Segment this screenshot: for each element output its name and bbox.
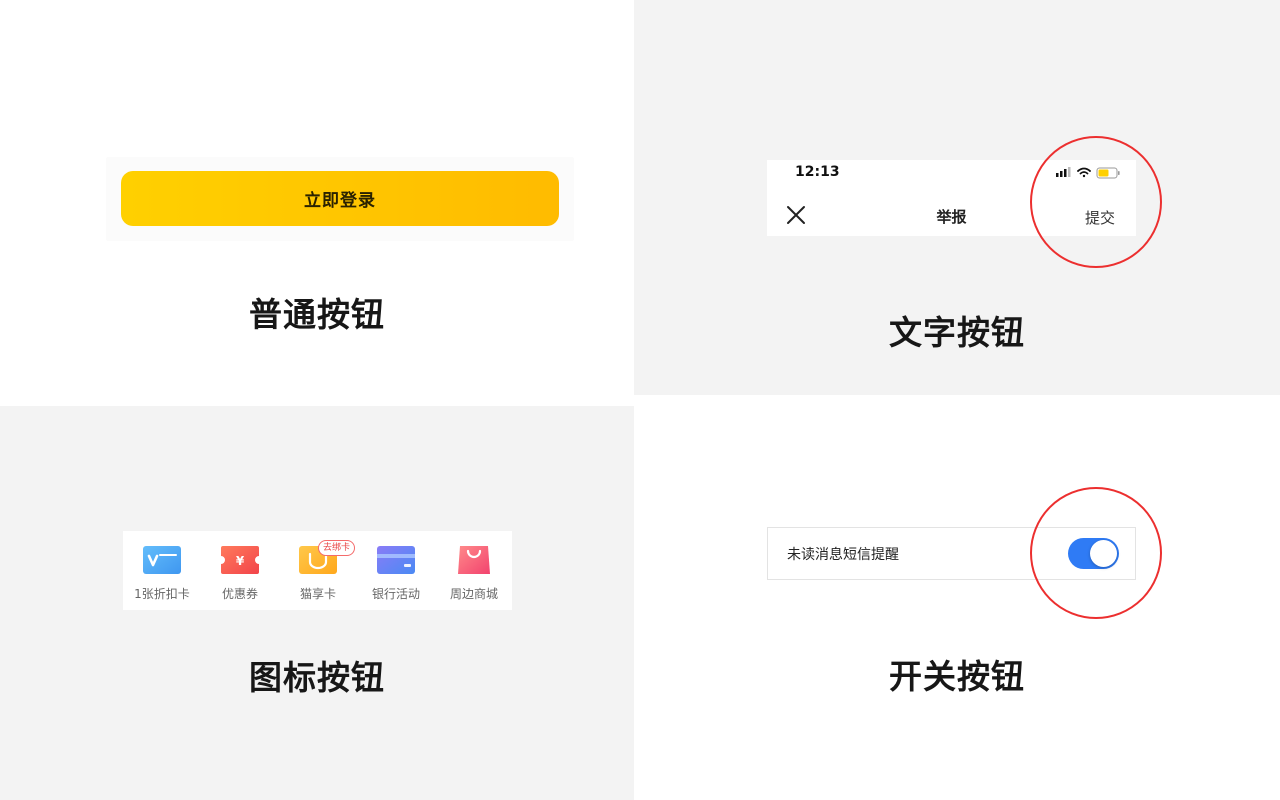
icon-label: 周边商城 [449,587,498,601]
icon-label: 1张折扣卡 [134,587,190,601]
bank-activity-button[interactable]: 银行活动 [357,531,435,610]
bank-card-icon [377,546,415,574]
icon-label: 优惠券 [221,587,258,601]
highlight-circle [1030,136,1162,268]
shopping-bag-icon [458,546,490,574]
text-button-panel: 12:13 举报 提交 文字按钮 [634,0,1280,395]
normal-button-caption: 普通按钮 [249,295,385,334]
icon-label: 猫享卡 [299,587,336,601]
coupon-button[interactable]: ¥ 优惠券 [201,531,279,610]
status-time: 12:13 [795,164,840,180]
switch-button-panel: 未读消息短信提醒 开关按钮 [634,395,1280,800]
bind-card-badge: 去绑卡 [318,540,356,556]
text-button-caption: 文字按钮 [889,313,1025,352]
icon-button-row: 1张折扣卡 ¥ 优惠券 去绑卡 猫享卡 银行活动 周边商城 [123,531,512,610]
icon-label: 银行活动 [371,587,420,601]
normal-button-panel: 立即登录 普通按钮 [0,0,634,406]
login-button[interactable]: 立即登录 [121,171,559,226]
coupon-icon: ¥ [221,546,259,574]
login-button-container: 立即登录 [106,157,574,241]
discount-card-button[interactable]: 1张折扣卡 [123,531,201,610]
highlight-circle [1030,487,1162,619]
discount-card-icon [143,546,181,574]
cat-card-button[interactable]: 去绑卡 猫享卡 [279,531,357,610]
icon-button-panel: 1张折扣卡 ¥ 优惠券 去绑卡 猫享卡 银行活动 周边商城 图标按钮 [0,406,634,800]
sms-reminder-label: 未读消息短信提醒 [787,547,899,563]
icon-button-caption: 图标按钮 [249,658,385,697]
yuan-glyph: ¥ [236,554,245,568]
switch-button-caption: 开关按钮 [889,657,1025,696]
merch-store-button[interactable]: 周边商城 [435,531,513,610]
